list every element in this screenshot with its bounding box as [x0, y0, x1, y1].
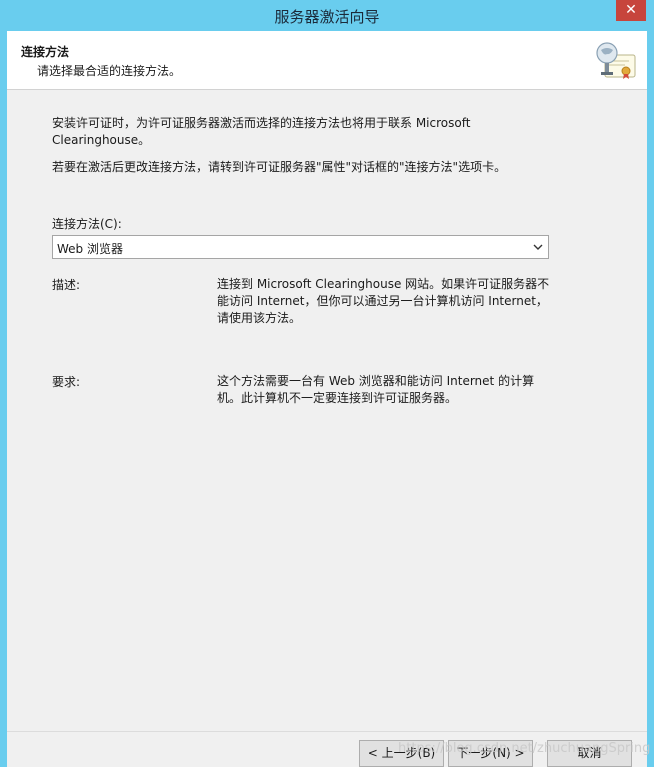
- connection-method-label: 连接方法(C):: [52, 217, 122, 231]
- back-button[interactable]: < 上一步(B): [359, 740, 444, 767]
- note-text: 若要在激活后更改连接方法，请转到许可证服务器"属性"对话框的"连接方法"选项卡。: [52, 160, 507, 174]
- wizard-footer: < 上一步(B) 下一步(N) > 取消: [7, 731, 647, 767]
- title-bar[interactable]: 服务器激活向导 ✕: [0, 0, 654, 31]
- description-text: 连接到 Microsoft Clearinghouse 网站。如果许可证服务器不…: [217, 277, 550, 325]
- requirement-text: 这个方法需要一台有 Web 浏览器和能访问 Internet 的计算 机。此计算…: [217, 374, 535, 405]
- wizard-content: 安装许可证时，为许可证服务器激活而选择的连接方法也将用于联系 Microsoft…: [7, 90, 647, 767]
- page-subtitle: 请选择最合适的连接方法。: [37, 64, 182, 78]
- wizard-window: 服务器激活向导 ✕ 连接方法 请选择最合适的连接方法。 安装许可证时，为许可证服…: [0, 0, 654, 767]
- description-label: 描述:: [52, 278, 81, 292]
- page-title: 连接方法: [21, 45, 70, 59]
- connection-method-select[interactable]: Web 浏览器: [52, 235, 549, 259]
- chevron-down-icon: [533, 244, 543, 250]
- license-certificate-icon: [596, 42, 636, 79]
- next-button[interactable]: 下一步(N) >: [448, 740, 533, 767]
- cancel-button[interactable]: 取消: [547, 740, 632, 767]
- intro-text: 安装许可证时，为许可证服务器激活而选择的连接方法也将用于联系 Microsoft…: [52, 116, 471, 147]
- close-button[interactable]: ✕: [616, 0, 646, 21]
- window-title: 服务器激活向导: [274, 8, 380, 26]
- select-value: Web 浏览器: [57, 242, 123, 256]
- close-icon: ✕: [625, 2, 637, 18]
- requirement-label: 要求:: [52, 375, 81, 389]
- wizard-header: 连接方法 请选择最合适的连接方法。: [7, 31, 647, 90]
